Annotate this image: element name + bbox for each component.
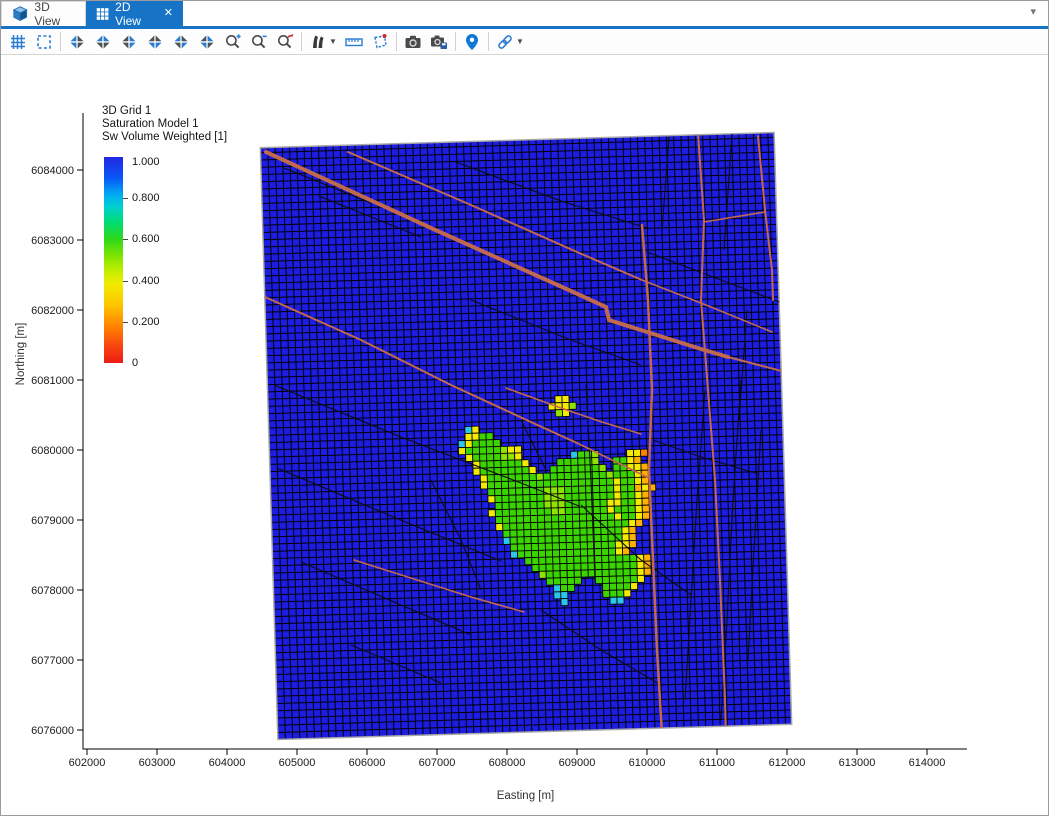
svg-text:611000: 611000 xyxy=(699,757,735,769)
colorbar-tick-label: 0.200 xyxy=(132,316,160,328)
map-canvas: 602000 603000 604000 605000 606000 607000 6080… xyxy=(1,55,1048,815)
colorbar-tick-mark xyxy=(123,322,128,323)
tab-3d-view[interactable]: 3D View xyxy=(1,1,86,26)
toolbar-separator xyxy=(301,32,302,51)
tab-2d-view[interactable]: 2D View ✕ xyxy=(86,1,183,26)
view-top-icon[interactable] xyxy=(90,30,116,54)
svg-text:607000: 607000 xyxy=(419,757,456,769)
svg-text:604000: 604000 xyxy=(209,757,246,769)
tab-bar: 3D View 2D View ✕ ▾ xyxy=(1,1,1048,26)
measure-distance-icon[interactable] xyxy=(341,30,367,54)
colorbar-tick-mark xyxy=(123,239,128,240)
measure-area-icon[interactable] xyxy=(367,30,393,54)
toolbar-separator xyxy=(396,32,397,51)
svg-text:6077000: 6077000 xyxy=(31,655,74,667)
svg-text:6083000: 6083000 xyxy=(31,235,74,247)
colorbar-tick-label: 0 xyxy=(132,357,138,369)
grid-2d-icon xyxy=(96,6,109,22)
view-south-icon[interactable] xyxy=(168,30,194,54)
svg-text:6079000: 6079000 xyxy=(31,515,74,527)
fence-select-icon[interactable] xyxy=(31,30,57,54)
colorbar-tick-mark xyxy=(123,281,128,282)
svg-text:606000: 606000 xyxy=(349,757,386,769)
cube-3d-icon xyxy=(12,5,28,23)
app-window: 3D View 2D View ✕ ▾ xyxy=(0,0,1049,816)
colorbar-tick-label: 1.000 xyxy=(132,156,160,168)
svg-text:6081000: 6081000 xyxy=(31,375,74,387)
toolbar-separator xyxy=(60,32,61,51)
snapshot-icon[interactable] xyxy=(400,30,426,54)
svg-text:608000: 608000 xyxy=(489,757,526,769)
plot-canvas[interactable]: 602000 603000 604000 605000 606000 607000 6080… xyxy=(1,55,1049,815)
legend-model-name: Saturation Model 1 xyxy=(102,118,227,131)
drop-pin-icon[interactable] xyxy=(459,30,485,54)
toolbar-separator xyxy=(488,32,489,51)
chevron-down-icon: ▼ xyxy=(516,37,524,46)
svg-text:614000: 614000 xyxy=(909,757,946,769)
view-north-icon[interactable] xyxy=(116,30,142,54)
zoom-in-icon[interactable] xyxy=(220,30,246,54)
tab-2d-view-label: 2D View xyxy=(115,0,152,28)
fault-display-icon[interactable]: ▼ xyxy=(305,30,341,54)
toggle-grid-icon[interactable] xyxy=(5,30,31,54)
tab-overflow-caret[interactable]: ▾ xyxy=(1030,5,1036,18)
svg-text:6080000: 6080000 xyxy=(31,445,74,457)
zoom-out-icon[interactable] xyxy=(246,30,272,54)
tab-3d-view-label: 3D View xyxy=(34,0,75,28)
x-axis-label: Easting [m] xyxy=(1,790,1049,802)
svg-text:6084000: 6084000 xyxy=(31,165,74,177)
svg-text:612000: 612000 xyxy=(769,757,806,769)
chevron-down-icon: ▼ xyxy=(329,37,337,46)
link-views-icon[interactable]: ▼ xyxy=(492,30,528,54)
colorbar-tick-label: 0.800 xyxy=(132,192,160,204)
legend-property-name: Sw Volume Weighted [1] xyxy=(102,131,227,144)
colorbar-tick-label: 0.600 xyxy=(132,233,160,245)
tab-close-icon[interactable]: ✕ xyxy=(164,8,173,19)
svg-text:613000: 613000 xyxy=(839,757,876,769)
colorbar-tick-mark xyxy=(123,198,128,199)
colorbar-tick-label: 0.400 xyxy=(132,275,160,287)
svg-text:609000: 609000 xyxy=(559,757,596,769)
svg-text:602000: 602000 xyxy=(69,757,106,769)
toolbar-separator xyxy=(455,32,456,51)
view-west-icon[interactable] xyxy=(64,30,90,54)
svg-text:6076000: 6076000 xyxy=(31,725,74,737)
colorbar xyxy=(104,157,123,363)
zoom-previous-icon[interactable] xyxy=(272,30,298,54)
svg-text:605000: 605000 xyxy=(279,757,316,769)
svg-text:603000: 603000 xyxy=(139,757,176,769)
snapshot-save-icon[interactable] xyxy=(426,30,452,54)
svg-text:6078000: 6078000 xyxy=(31,585,74,597)
svg-text:6082000: 6082000 xyxy=(31,305,74,317)
view-east-icon[interactable] xyxy=(142,30,168,54)
legend: 3D Grid 1 Saturation Model 1 Sw Volume W… xyxy=(102,105,227,144)
legend-grid-name: 3D Grid 1 xyxy=(102,105,227,118)
toolbar: ▼ ▼ xyxy=(1,29,1048,55)
svg-text:610000: 610000 xyxy=(629,757,666,769)
y-axis-label: Northing [m] xyxy=(15,294,27,414)
view-bottom-icon[interactable] xyxy=(194,30,220,54)
